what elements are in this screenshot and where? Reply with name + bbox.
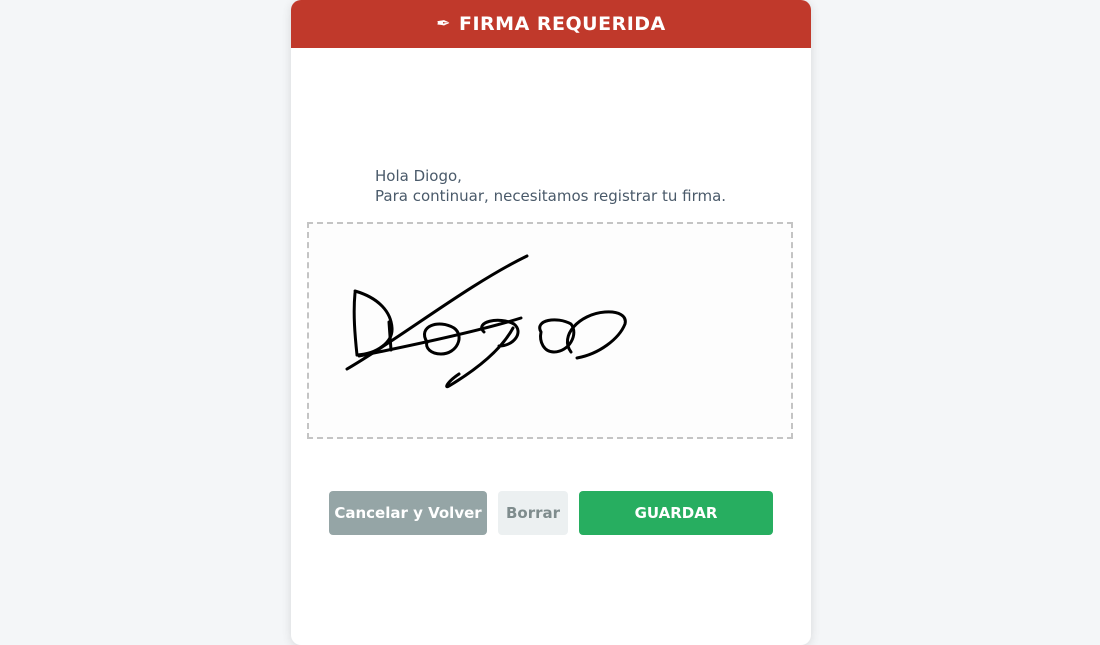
- modal-header: ✒ FIRMA REQUERIDA: [291, 0, 811, 48]
- signature-modal: ✒ FIRMA REQUERIDA Hola Diogo, Para conti…: [291, 0, 811, 645]
- signature-drawing: [345, 254, 627, 389]
- action-buttons: Cancelar y Volver Borrar GUARDAR: [329, 491, 773, 535]
- clear-button[interactable]: Borrar: [498, 491, 568, 535]
- cancel-button[interactable]: Cancelar y Volver: [329, 491, 487, 535]
- pen-nib-icon: ✒: [436, 14, 451, 34]
- greeting-line-2: Para continuar, necesitamos registrar tu…: [375, 187, 727, 205]
- greeting-text: Hola Diogo, Para continuar, necesitamos …: [375, 166, 726, 206]
- save-button[interactable]: GUARDAR: [579, 491, 773, 535]
- signature-pad[interactable]: [307, 222, 793, 439]
- greeting-line-1: Hola Diogo,: [375, 167, 462, 185]
- modal-title: FIRMA REQUERIDA: [459, 13, 666, 35]
